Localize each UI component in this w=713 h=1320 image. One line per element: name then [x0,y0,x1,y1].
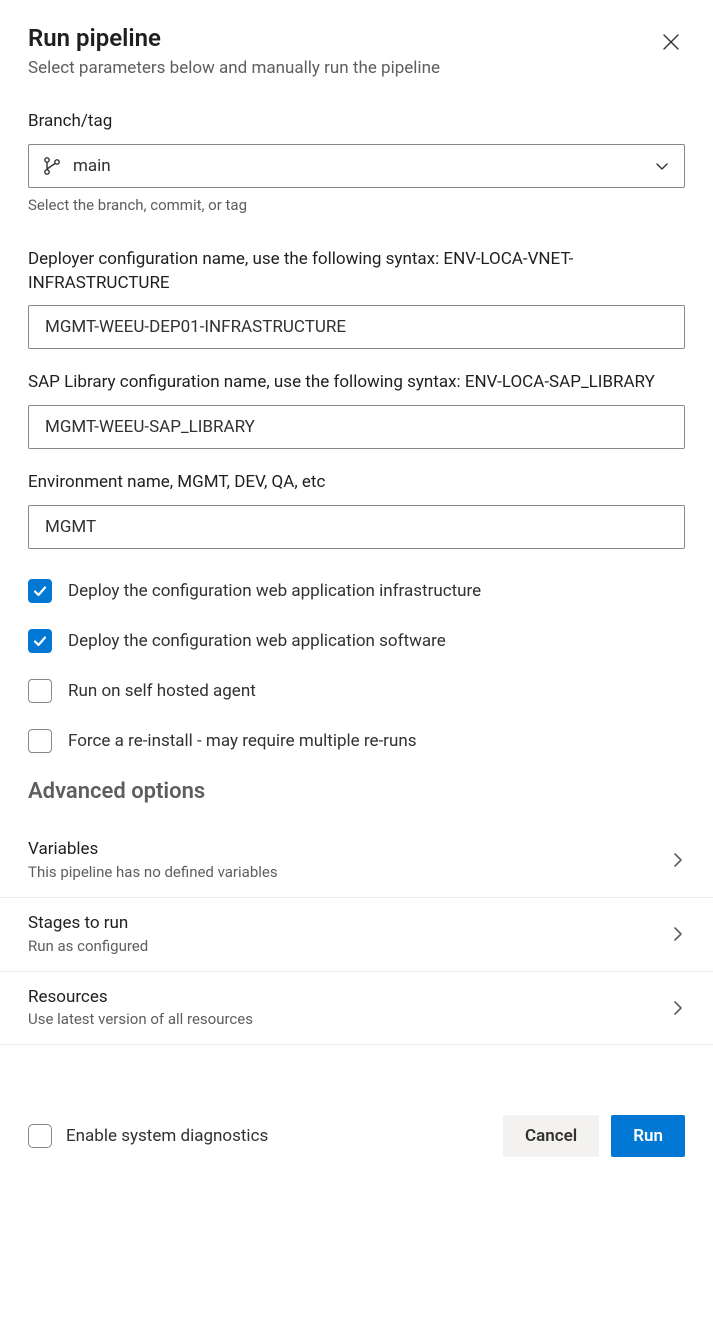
library-field: SAP Library configuration name, use the … [28,371,685,449]
checkbox-0[interactable] [28,579,52,603]
advanced-item-1[interactable]: Stages to runRun as configured [0,898,713,972]
checkbox-1[interactable] [28,629,52,653]
panel-header: Run pipeline [28,24,685,58]
advanced-item-title: Stages to run [28,912,148,936]
chevron-right-icon [671,998,685,1018]
panel-footer: Enable system diagnostics Cancel Run [28,1115,685,1157]
checkbox-3[interactable] [28,729,52,753]
chevron-right-icon [671,850,685,870]
env-input[interactable] [43,516,670,538]
advanced-item-2[interactable]: ResourcesUse latest version of all resou… [0,972,713,1046]
deployer-input-wrap [28,305,685,349]
panel-subtitle: Select parameters below and manually run… [28,58,685,78]
advanced-item-title: Variables [28,838,278,862]
advanced-item-title: Resources [28,986,253,1010]
cancel-button[interactable]: Cancel [503,1115,599,1157]
check-icon [32,583,48,599]
checkbox-label-3: Force a re-install - may require multipl… [68,731,416,751]
chevron-down-icon [654,158,670,174]
checkbox-label-0: Deploy the configuration web application… [68,581,481,601]
close-icon [661,32,681,52]
close-button[interactable] [657,28,685,56]
deployer-field: Deployer configuration name, use the fol… [28,248,685,350]
advanced-options-title: Advanced options [28,779,685,804]
checkbox-2[interactable] [28,679,52,703]
deployer-input[interactable] [43,316,670,338]
checkbox-label-2: Run on self hosted agent [68,681,256,701]
chevron-right-icon [671,924,685,944]
advanced-item-sub: Run as configured [28,936,148,957]
checkbox-row-1[interactable]: Deploy the configuration web application… [28,629,685,653]
checkbox-row-0[interactable]: Deploy the configuration web application… [28,579,685,603]
branch-icon [43,156,61,176]
library-input[interactable] [43,416,670,438]
panel-title: Run pipeline [28,24,161,52]
checkbox-row-3[interactable]: Force a re-install - may require multipl… [28,729,685,753]
library-input-wrap [28,405,685,449]
check-icon [32,633,48,649]
advanced-item-0[interactable]: VariablesThis pipeline has no defined va… [0,824,713,898]
env-field: Environment name, MGMT, DEV, QA, etc [28,471,685,549]
run-pipeline-panel: Run pipeline Select parameters below and… [0,0,713,1185]
diagnostics-checkbox-row[interactable]: Enable system diagnostics [28,1124,268,1148]
branch-label: Branch/tag [28,110,685,134]
advanced-item-sub: This pipeline has no defined variables [28,862,278,883]
deployer-label: Deployer configuration name, use the fol… [28,248,685,296]
advanced-list: VariablesThis pipeline has no defined va… [0,824,713,1045]
diagnostics-label: Enable system diagnostics [66,1126,268,1146]
library-label: SAP Library configuration name, use the … [28,371,685,395]
diagnostics-checkbox[interactable] [28,1124,52,1148]
checkbox-label-1: Deploy the configuration web application… [68,631,446,651]
branch-value: main [73,156,111,176]
checkbox-group: Deploy the configuration web application… [28,579,685,753]
run-button[interactable]: Run [611,1115,685,1157]
advanced-item-sub: Use latest version of all resources [28,1009,253,1030]
env-input-wrap [28,505,685,549]
branch-select[interactable]: main [28,144,685,188]
branch-help: Select the branch, commit, or tag [28,196,685,214]
env-label: Environment name, MGMT, DEV, QA, etc [28,471,685,495]
checkbox-row-2[interactable]: Run on self hosted agent [28,679,685,703]
branch-field: Branch/tag main Select the branch, c [28,110,685,214]
